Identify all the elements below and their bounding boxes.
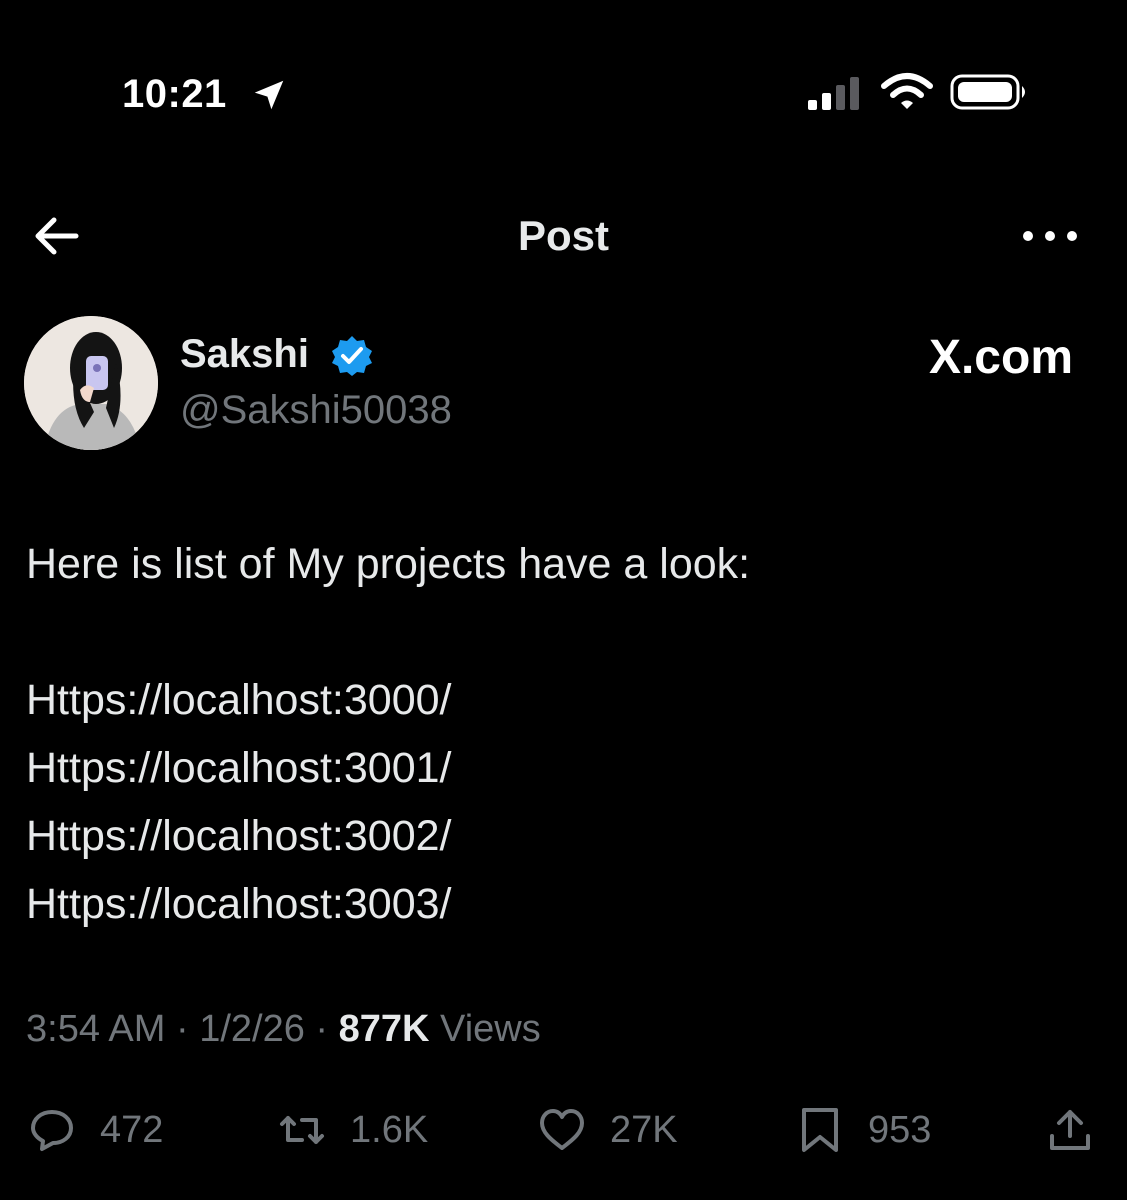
tweet-link: Https://localhost:3003/ bbox=[26, 880, 452, 928]
xcom-label: X.com bbox=[928, 331, 1073, 384]
avatar[interactable] bbox=[24, 316, 158, 450]
bookmark-button[interactable]: 953 bbox=[796, 1100, 931, 1160]
repost-count: 1.6K bbox=[350, 1108, 429, 1151]
tweet-link: Https://localhost:3000/ bbox=[26, 676, 452, 724]
avatar-illustration bbox=[24, 316, 158, 450]
bookmark-count: 953 bbox=[868, 1108, 932, 1151]
verified-icon bbox=[332, 336, 372, 376]
reply-icon bbox=[31, 1110, 73, 1151]
battery-icon bbox=[950, 74, 1025, 110]
signal-icon bbox=[808, 77, 859, 110]
like-button[interactable]: 27K bbox=[538, 1100, 678, 1160]
share-icon bbox=[1050, 1110, 1090, 1150]
meta-separator: · bbox=[165, 1008, 200, 1050]
post-date: 1/2/26 bbox=[199, 1008, 305, 1050]
tweet-link: Https://localhost:3001/ bbox=[26, 744, 452, 792]
reply-count: 472 bbox=[100, 1108, 164, 1151]
tweet-meta: 3:54 AM · 1/2/26 · 877K Views bbox=[26, 1008, 541, 1051]
wifi-icon bbox=[881, 73, 933, 109]
post-time: 3:54 AM bbox=[26, 1008, 166, 1050]
status-bar: 10:21 bbox=[0, 0, 1127, 130]
meta-separator: · bbox=[304, 1008, 339, 1050]
reply-button[interactable]: 472 bbox=[28, 1100, 163, 1160]
status-time: 10:21 bbox=[122, 72, 227, 116]
author-name[interactable]: Sakshi bbox=[180, 332, 309, 377]
like-count: 27K bbox=[610, 1108, 678, 1151]
action-bar: 472 1.6K 27K 953 bbox=[0, 1100, 1127, 1160]
location-arrow-icon bbox=[254, 80, 284, 110]
page-title: Post bbox=[517, 212, 609, 259]
repost-button[interactable]: 1.6K bbox=[278, 1100, 428, 1160]
bookmark-icon bbox=[802, 1108, 838, 1152]
repost-icon bbox=[280, 1116, 324, 1144]
tweet-text: Here is list of My projects have a look:… bbox=[26, 530, 1096, 938]
views-count[interactable]: 877K bbox=[339, 1008, 430, 1050]
tweet-intro: Here is list of My projects have a look: bbox=[26, 540, 751, 588]
share-button[interactable] bbox=[1046, 1100, 1094, 1160]
author-handle[interactable]: @Sakshi50038 bbox=[180, 388, 452, 433]
views-label: Views bbox=[429, 1008, 541, 1050]
like-icon bbox=[540, 1109, 584, 1150]
more-icon[interactable] bbox=[1020, 222, 1080, 250]
tweet-link: Https://localhost:3002/ bbox=[26, 812, 452, 860]
